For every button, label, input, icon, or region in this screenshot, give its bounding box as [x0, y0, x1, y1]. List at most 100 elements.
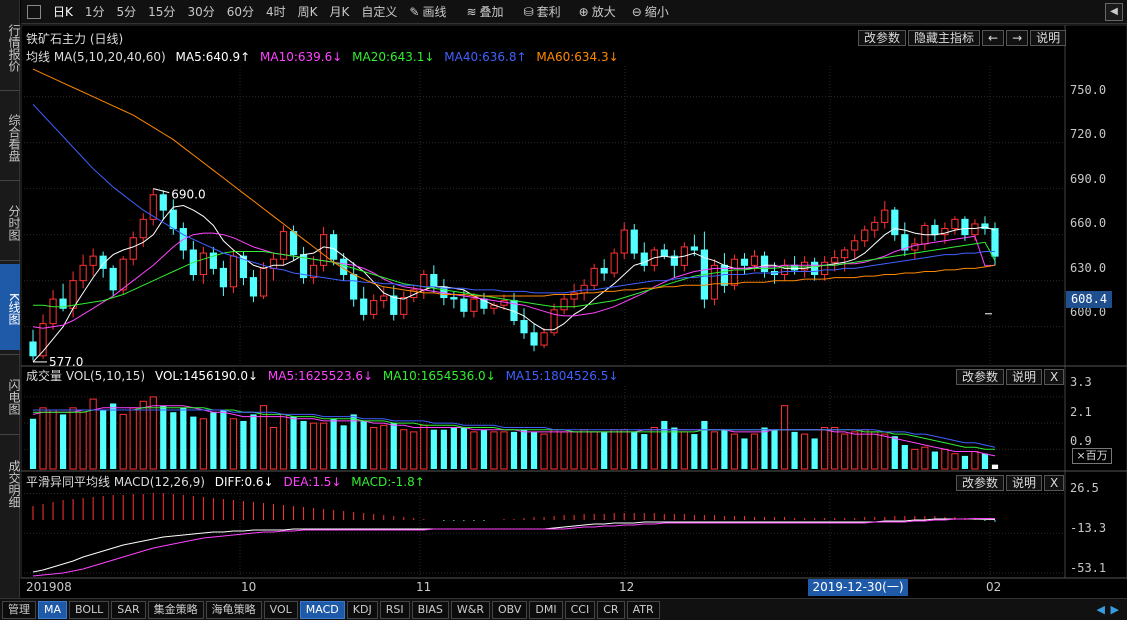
x-label-02: 02	[986, 580, 1002, 594]
tab-vol[interactable]: VOL	[263, 600, 298, 619]
volume-bar	[780, 405, 789, 470]
volume-bar	[520, 429, 528, 469]
volume-bar	[701, 420, 708, 469]
volume-bar	[931, 451, 938, 469]
tab-boll[interactable]: BOLL	[69, 600, 110, 619]
candle-body-up	[49, 298, 57, 325]
volume-bar	[340, 425, 347, 469]
candle-body-up	[560, 298, 568, 311]
candle-body-down	[249, 277, 258, 297]
volume-bar	[800, 433, 809, 470]
candle-body-up	[620, 229, 628, 254]
volume-bar	[951, 453, 959, 470]
scroll-left-icon[interactable]: ◀	[1097, 603, 1105, 616]
volume-bar	[29, 418, 37, 469]
volume-bar	[500, 431, 508, 470]
main-help-button[interactable]: 说明	[1030, 30, 1067, 46]
volume-bar	[39, 407, 47, 470]
candle-body-down	[811, 261, 819, 276]
candle-body-up	[851, 240, 859, 251]
candle-body-down	[350, 274, 358, 300]
main-params-button[interactable]: 改参数	[858, 30, 907, 46]
scroll-right-icon[interactable]: ▶	[1111, 603, 1119, 616]
volume-bar	[320, 422, 328, 470]
vol-tick-3.3: 3.3	[1070, 375, 1092, 389]
volume-bar	[440, 429, 447, 469]
ma10-value: MA10:639.6↓	[260, 50, 343, 64]
ma20-value: MA20:643.1↓	[352, 50, 435, 64]
macd-close-button[interactable]: X	[1044, 475, 1065, 491]
tab-macd[interactable]: MACD	[299, 600, 345, 619]
chart-canvas[interactable]: 690.0 577.0	[0, 0, 1127, 598]
candle-body-down	[360, 298, 368, 315]
next-indicator-button[interactable]: →	[1006, 30, 1029, 46]
tab-kdj[interactable]: KDJ	[346, 600, 378, 619]
macd-params-button[interactable]: 改参数	[956, 475, 1005, 491]
hide-main-indicator-button[interactable]: 隐藏主指标	[908, 30, 981, 46]
volume-bar	[981, 453, 989, 469]
volume-bar	[811, 438, 818, 469]
volume-bar	[841, 433, 849, 470]
volume-bar	[650, 427, 658, 470]
tab-turtle-strategy[interactable]: 海龟策略	[205, 600, 262, 619]
tab-jijin-strategy[interactable]: 集金策略	[147, 600, 204, 619]
ma-line-ma60	[32, 68, 996, 297]
volume-bar	[490, 431, 498, 470]
volume-bar	[279, 413, 288, 470]
volume-bar	[741, 438, 748, 469]
tab-rsi[interactable]: RSI	[379, 600, 410, 619]
candle-body-up	[540, 332, 548, 346]
tab-bias[interactable]: BIAS	[411, 600, 449, 619]
candle-body-up	[861, 229, 869, 242]
volume-bar	[971, 451, 979, 470]
tab-cr[interactable]: CR	[597, 600, 625, 619]
ma60-value: MA60:634.3↓	[536, 50, 619, 64]
tab-cci[interactable]: CCI	[564, 600, 596, 619]
volume-bar	[220, 410, 227, 469]
macd-help-button[interactable]: 说明	[1006, 475, 1043, 491]
candle-body-up	[951, 218, 959, 230]
tab-wr[interactable]: W&R	[450, 600, 490, 619]
vol-close-button[interactable]: X	[1044, 369, 1065, 385]
volume-bar	[49, 409, 57, 470]
volume-bar	[259, 405, 268, 470]
volume-bar	[480, 429, 488, 469]
y-tick-690: 690.0	[1070, 172, 1107, 186]
volume-bar	[991, 464, 999, 469]
candle-body-up	[831, 257, 839, 263]
volume-bar	[891, 436, 898, 469]
tab-manage[interactable]: 管理	[2, 600, 36, 619]
vol-params-button[interactable]: 改参数	[956, 369, 1005, 385]
volume-bar	[881, 433, 889, 470]
volume-bar	[390, 423, 397, 469]
candle-body-down	[169, 209, 177, 230]
volume-bar	[871, 431, 879, 470]
tab-atr[interactable]: ATR	[626, 600, 660, 619]
volume-bar	[560, 431, 568, 470]
volume-bar	[139, 400, 147, 470]
candle-body-down	[760, 255, 769, 272]
volume-bar	[59, 414, 67, 469]
volume-bar	[240, 420, 247, 469]
volume-bar	[360, 420, 367, 469]
candle-body-down	[640, 252, 648, 266]
tab-sar[interactable]: SAR	[111, 600, 146, 619]
y-tick-750: 750.0	[1070, 83, 1107, 97]
volume-bar	[791, 431, 798, 469]
prev-indicator-button[interactable]: ←	[982, 30, 1005, 46]
candle-body-down	[630, 229, 638, 254]
volume-bar	[450, 427, 457, 469]
candle-body-up	[730, 258, 739, 286]
volume-bar	[199, 418, 207, 470]
main-panel-buttons: 改参数 隐藏主指标 ← → 说明	[856, 30, 1067, 46]
volume-bar	[180, 407, 187, 469]
vol-help-button[interactable]: 说明	[1006, 369, 1043, 385]
high-marker-line	[153, 188, 170, 194]
vol-ma5-value: MA5:1625523.6↓	[267, 369, 374, 383]
tab-obv[interactable]: OBV	[492, 600, 528, 619]
volume-bar	[580, 429, 588, 470]
tab-ma[interactable]: MA	[38, 600, 68, 619]
volume-bar	[680, 431, 688, 470]
tab-dmi[interactable]: DMI	[529, 600, 563, 619]
volume-bar	[350, 414, 357, 469]
